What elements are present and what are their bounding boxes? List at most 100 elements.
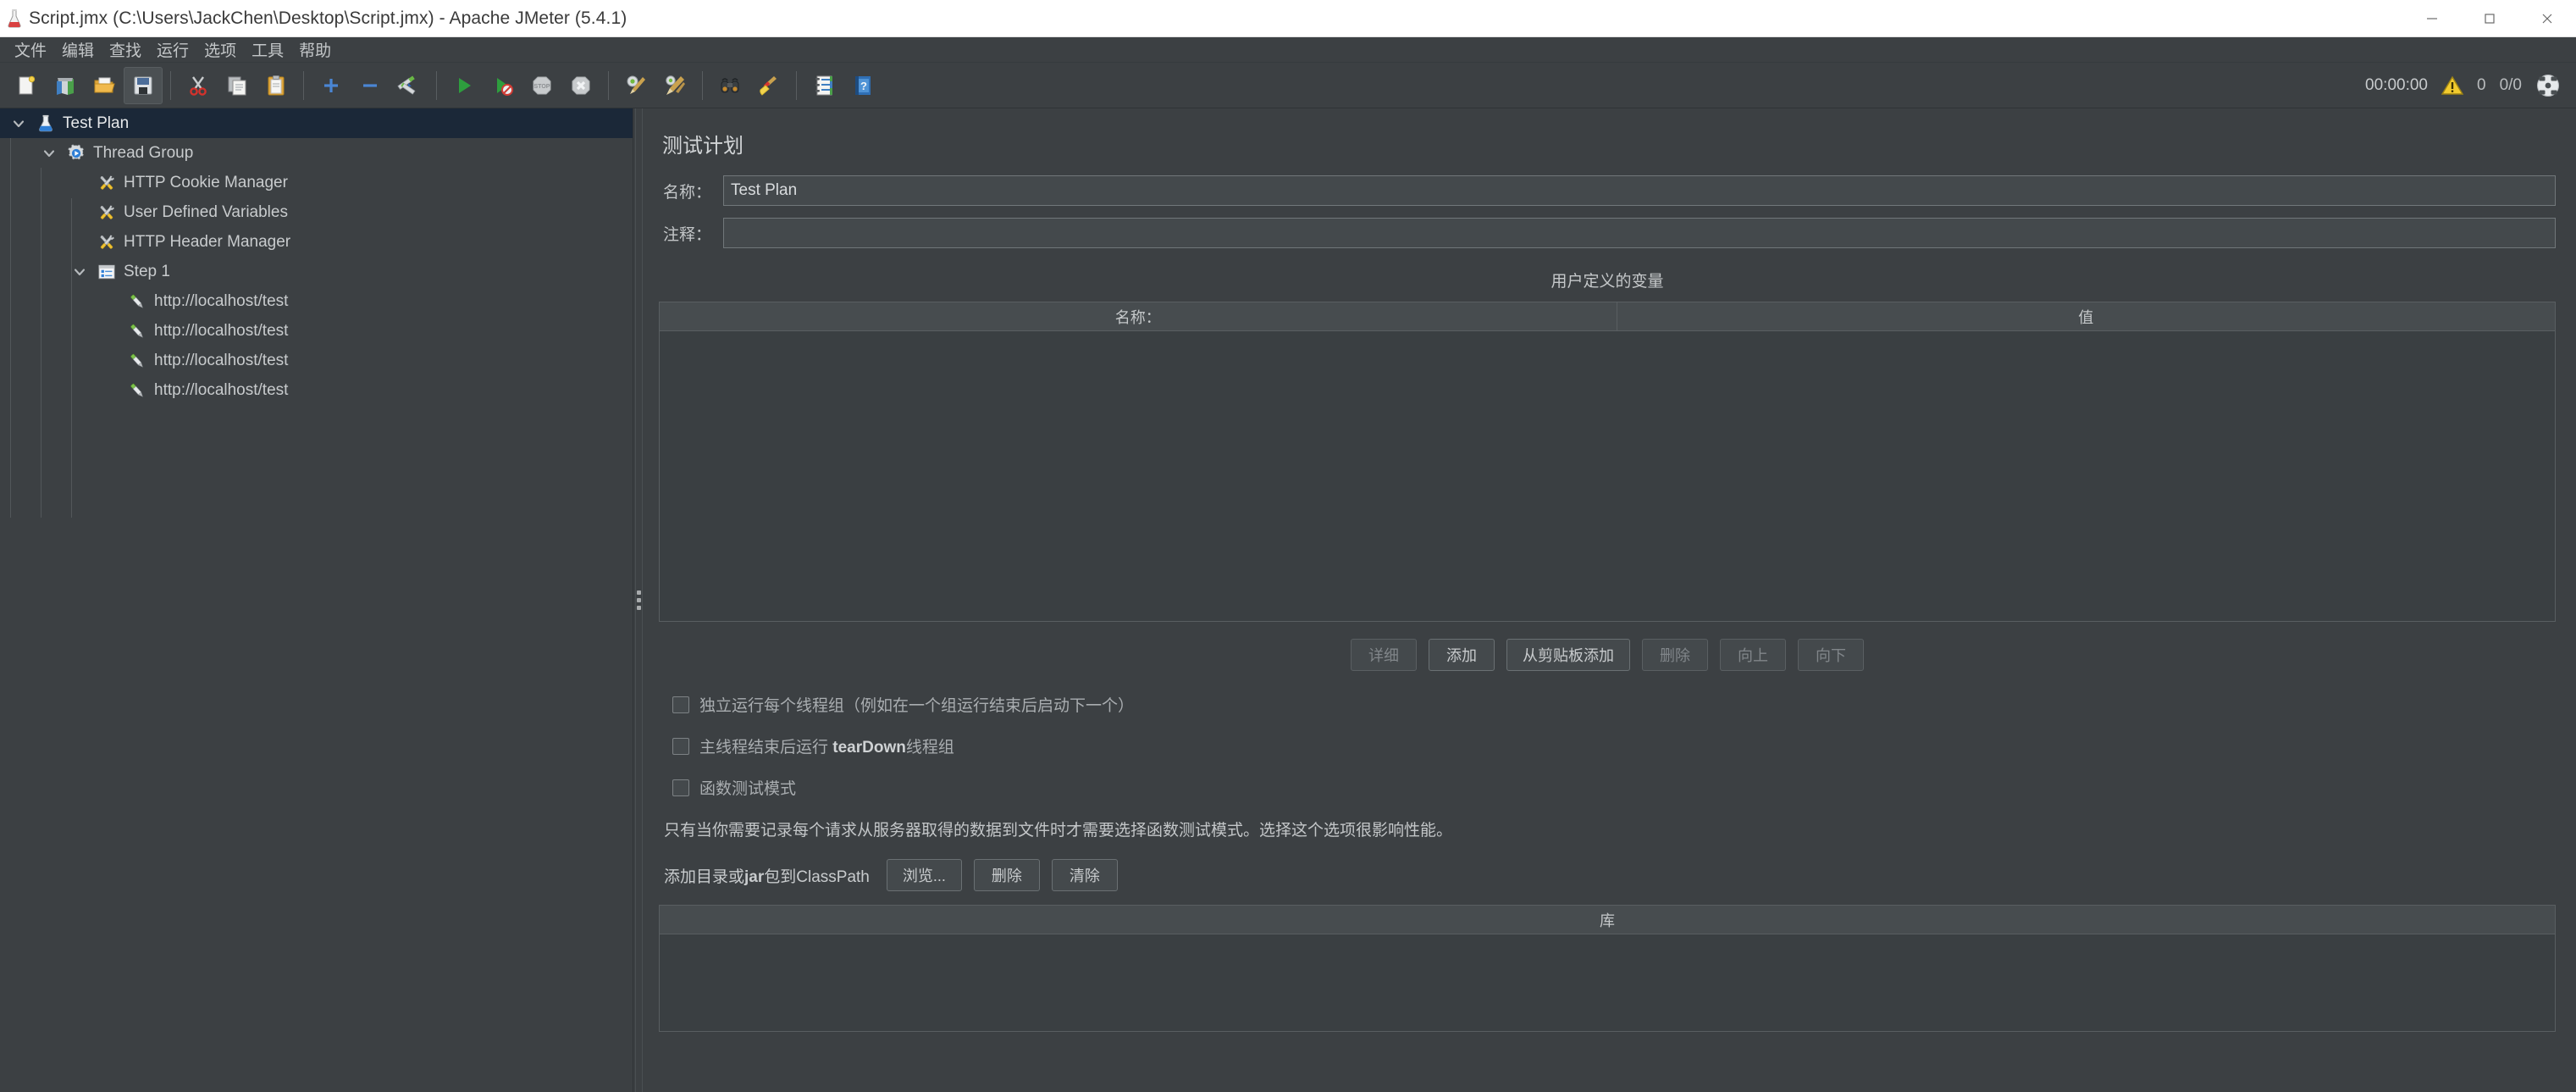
- remote-engines-icon[interactable]: [2535, 73, 2561, 98]
- tree-node-http-sampler-2[interactable]: http://localhost/test: [0, 316, 633, 346]
- warning-triangle-icon[interactable]: [2441, 75, 2463, 96]
- splitter-grip[interactable]: [637, 590, 641, 610]
- tree-node-test-plan[interactable]: Test Plan: [0, 108, 633, 138]
- delete-button: 删除: [1642, 639, 1708, 671]
- comment-label: 注释：: [662, 225, 711, 244]
- serialize-thread-groups-row[interactable]: 独立运行每个线程组（例如在一个组运行结束后启动下一个）: [672, 693, 2556, 716]
- classpath-label-pre: 添加目录或: [664, 868, 745, 886]
- window-controls: [2403, 0, 2576, 37]
- classpath-delete-button[interactable]: 删除: [973, 859, 1040, 891]
- name-field-row: 名称：: [659, 175, 2556, 206]
- add-from-clipboard-button[interactable]: 从剪贴板添加: [1506, 639, 1630, 671]
- toggle-enable-icon[interactable]: [390, 67, 428, 104]
- function-helper-icon[interactable]: [804, 67, 843, 104]
- templates-icon[interactable]: [46, 67, 85, 104]
- new-file-icon[interactable]: [7, 67, 46, 104]
- cut-scissors-icon[interactable]: [179, 67, 218, 104]
- chevron-down-icon[interactable]: [34, 146, 64, 161]
- menu-tools[interactable]: 工具: [244, 36, 291, 64]
- tree-node-http-sampler-3[interactable]: http://localhost/test: [0, 346, 633, 375]
- thread-group-gear-icon: [64, 143, 88, 163]
- menu-help[interactable]: 帮助: [291, 36, 339, 64]
- paste-clipboard-icon[interactable]: [257, 67, 296, 104]
- tree-node-step-1[interactable]: Step 1: [0, 257, 633, 286]
- page-title: 测试计划: [662, 135, 744, 158]
- save-icon[interactable]: [124, 66, 163, 104]
- test-plan-tree[interactable]: Test Plan Thread Group HTTP Cookie Manager…: [0, 108, 633, 1092]
- svg-text:?: ?: [860, 80, 867, 92]
- start-play-icon[interactable]: [445, 67, 484, 104]
- tree-node-thread-group[interactable]: Thread Group: [0, 138, 633, 168]
- menu-run[interactable]: 运行: [149, 36, 196, 64]
- tree-node-label: User Defined Variables: [124, 202, 288, 221]
- functional-test-mode-row[interactable]: 函数测试模式: [672, 776, 2556, 799]
- classpath-label: 添加目录或jar包到ClassPath: [664, 864, 870, 887]
- maximize-button[interactable]: [2461, 0, 2518, 37]
- functional-mode-note: 只有当你需要记录每个请求从服务器取得的数据到文件时才需要选择函数测试模式。选择这…: [664, 822, 1453, 840]
- start-no-pauses-icon[interactable]: [484, 67, 522, 104]
- tree-node-http-sampler-4[interactable]: http://localhost/test: [0, 375, 633, 405]
- expand-plus-icon[interactable]: [312, 67, 351, 104]
- detail-button: 详细: [1351, 639, 1417, 671]
- comment-input[interactable]: [723, 218, 2556, 248]
- toolbar-separator: [303, 70, 304, 100]
- transaction-controller-icon: [95, 263, 119, 281]
- tree-node-label: Thread Group: [93, 143, 194, 162]
- tree-node-http-cookie-manager[interactable]: HTTP Cookie Manager: [0, 168, 633, 197]
- tree-node-label: Test Plan: [63, 114, 130, 132]
- toolbar-separator: [436, 70, 437, 100]
- run-teardown-row[interactable]: 主线程结束后运行 tearDown线程组: [672, 734, 2556, 757]
- open-folder-icon[interactable]: [85, 67, 124, 104]
- column-header-value[interactable]: 值: [1617, 302, 2555, 330]
- menu-options[interactable]: 选项: [196, 36, 244, 64]
- run-teardown-checkbox[interactable]: [672, 737, 689, 755]
- run-teardown-label-bold: tearDown: [832, 739, 906, 757]
- collapse-minus-icon[interactable]: [351, 67, 390, 104]
- reset-search-broom-icon[interactable]: [749, 67, 788, 104]
- run-teardown-label-pre: 主线程结束后运行: [699, 739, 833, 757]
- table-body[interactable]: [660, 331, 2555, 621]
- menu-file[interactable]: 文件: [7, 36, 54, 64]
- library-column-header[interactable]: 库: [660, 906, 2555, 934]
- clear-icon[interactable]: [616, 67, 655, 104]
- variable-action-buttons: 详细 添加 从剪贴板添加 删除 向上 向下: [659, 639, 2556, 671]
- tree-node-label: http://localhost/test: [154, 291, 289, 310]
- tree-node-label: http://localhost/test: [154, 321, 289, 340]
- clear-all-icon[interactable]: [655, 67, 694, 104]
- config-element-tools-icon: [95, 203, 119, 222]
- serialize-thread-groups-label: 独立运行每个线程组（例如在一个组运行结束后启动下一个）: [699, 697, 1135, 715]
- serialize-thread-groups-checkbox[interactable]: [672, 696, 689, 713]
- menu-search[interactable]: 查找: [102, 36, 149, 64]
- minimize-button[interactable]: [2403, 0, 2461, 37]
- run-teardown-label: 主线程结束后运行 tearDown线程组: [699, 734, 954, 757]
- functional-test-mode-checkbox[interactable]: [672, 779, 689, 796]
- search-binoculars-icon[interactable]: [710, 67, 749, 104]
- menu-edit[interactable]: 编辑: [54, 36, 102, 64]
- copy-icon[interactable]: [218, 67, 257, 104]
- add-button[interactable]: 添加: [1429, 639, 1495, 671]
- classpath-clear-button[interactable]: 清除: [1051, 859, 1118, 891]
- svg-text:STOP: STOP: [534, 84, 550, 90]
- name-label: 名称：: [662, 183, 711, 202]
- user-defined-variables-table[interactable]: 名称： 值: [659, 302, 2556, 622]
- panel-splitter[interactable]: [633, 108, 644, 1092]
- shutdown-icon[interactable]: [561, 67, 600, 104]
- run-teardown-label-post: 线程组: [905, 739, 954, 757]
- browse-button[interactable]: 浏览...: [886, 859, 962, 891]
- tree-node-http-header-manager[interactable]: HTTP Header Manager: [0, 227, 633, 257]
- test-plan-editor: 测试计划 名称： 注释： 用户定义的变量 名称： 值 详细添加从剪贴板添加删除向…: [644, 108, 2576, 1092]
- classpath-row: 添加目录或jar包到ClassPath 浏览... 删除 清除: [664, 859, 2556, 891]
- move-up-button: 向上: [1720, 639, 1786, 671]
- stop-icon[interactable]: STOP: [522, 67, 561, 104]
- chevron-down-icon[interactable]: [3, 116, 34, 131]
- column-header-name[interactable]: 名称：: [660, 302, 1617, 330]
- close-button[interactable]: [2518, 0, 2576, 37]
- toolbar-separator: [796, 70, 797, 100]
- tree-node-user-defined-variables[interactable]: User Defined Variables: [0, 197, 633, 227]
- name-input[interactable]: [723, 175, 2556, 206]
- thread-count: 0/0: [2499, 75, 2522, 94]
- help-book-icon[interactable]: ?: [843, 67, 882, 104]
- chevron-down-icon[interactable]: [64, 264, 95, 280]
- tree-node-http-sampler-1[interactable]: http://localhost/test: [0, 286, 633, 316]
- library-table[interactable]: 库: [659, 905, 2556, 1032]
